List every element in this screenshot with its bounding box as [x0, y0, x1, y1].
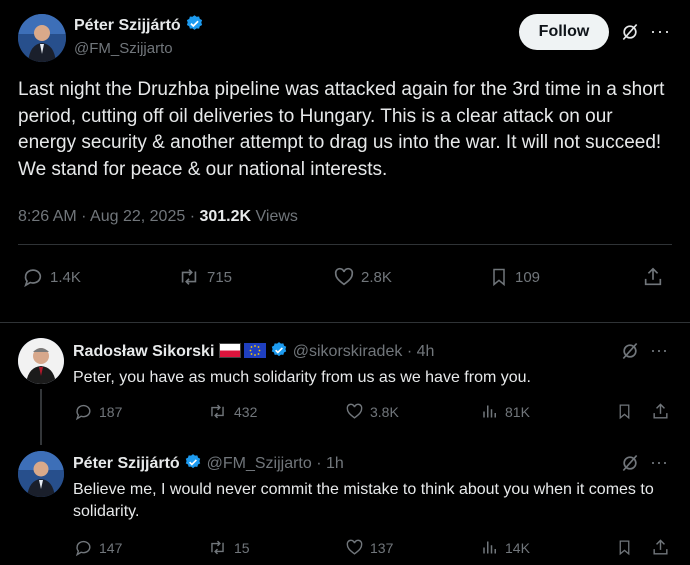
repost-button[interactable]: 15 — [207, 538, 250, 557]
separator: · — [81, 208, 87, 225]
repost-icon — [211, 540, 224, 555]
like-button[interactable]: 3.8K — [345, 402, 399, 421]
views-label: Views — [255, 208, 298, 225]
repost-count: 715 — [207, 268, 233, 286]
reply-icon — [24, 269, 42, 288]
more-options-icon[interactable]: ··· — [650, 340, 668, 361]
grok-icon[interactable] — [620, 453, 640, 478]
views-button[interactable]: 14K — [481, 538, 530, 557]
view-count: 81K — [505, 403, 530, 420]
bookmark-icon[interactable] — [616, 402, 633, 426]
follow-button[interactable]: Follow — [519, 14, 609, 50]
reply-count: 1.4K — [50, 268, 81, 286]
repost-count: 432 — [234, 403, 258, 420]
verified-badge-icon — [270, 341, 288, 365]
bookmark-count: 109 — [515, 268, 541, 286]
repost-button[interactable]: 432 — [207, 402, 257, 421]
like-button[interactable]: 137 — [345, 538, 393, 557]
like-count: 2.8K — [361, 268, 392, 286]
poland-flag-icon — [218, 343, 241, 358]
grok-icon[interactable] — [620, 341, 640, 366]
share-icon[interactable] — [642, 266, 664, 293]
divider — [0, 322, 690, 323]
reply-count: 187 — [99, 403, 123, 420]
heart-icon — [346, 403, 363, 419]
repost-count: 15 — [234, 539, 250, 556]
author-handle[interactable]: @FM_Szijjarto — [74, 40, 173, 57]
view-count: 14K — [505, 539, 530, 556]
share-icon[interactable] — [651, 538, 670, 562]
grok-icon[interactable] — [620, 22, 640, 47]
like-count: 137 — [370, 539, 394, 556]
bookmark-icon — [493, 268, 505, 287]
bookmark-icon[interactable] — [616, 538, 633, 562]
reply-author-avatar[interactable] — [18, 451, 64, 497]
reply-author-avatar[interactable] — [18, 338, 64, 384]
separator: · — [316, 455, 322, 472]
repost-icon — [211, 404, 224, 419]
verified-badge-icon — [185, 14, 204, 39]
thread-line — [40, 389, 42, 445]
reply-author-handle[interactable]: @FM_Szijjarto — [207, 455, 312, 472]
author-name[interactable]: Péter Szijjártó — [74, 17, 181, 34]
reply-author-name[interactable]: Radosław Sikorski — [73, 343, 214, 360]
more-options-icon[interactable]: ··· — [650, 21, 671, 42]
reply-icon — [75, 404, 91, 421]
separator: · — [406, 343, 413, 360]
reply-text: Peter, you have as much solidarity from … — [73, 369, 531, 386]
eu-flag-icon — [243, 343, 266, 358]
reply-time[interactable]: 1h — [326, 455, 344, 472]
heart-icon — [346, 539, 363, 555]
tweet-text: Last night the Druzhba pipeline was atta… — [18, 79, 665, 180]
tweet-time[interactable]: 8:26 AM — [18, 208, 77, 225]
reply-count: 147 — [99, 539, 123, 556]
reply-icon — [75, 540, 91, 557]
like-count: 3.8K — [370, 403, 399, 420]
share-icon[interactable] — [651, 402, 670, 426]
author-avatar[interactable] — [18, 14, 66, 62]
repost-button[interactable]: 715 — [177, 266, 232, 288]
reply-button[interactable]: 147 — [74, 538, 122, 557]
reply-button[interactable]: 187 — [74, 402, 122, 421]
separator: · — [189, 208, 196, 225]
reply-button[interactable]: 1.4K — [22, 266, 81, 288]
views-count: 301.2K — [199, 208, 252, 225]
divider — [18, 244, 672, 245]
reply-time[interactable]: 4h — [417, 343, 435, 360]
reply-text: Believe me, I would never commit the mis… — [73, 481, 654, 520]
heart-icon — [334, 267, 354, 286]
like-button[interactable]: 2.8K — [333, 266, 392, 288]
verified-badge-icon — [184, 453, 202, 477]
tweet-date[interactable]: Aug 22, 2025 — [90, 208, 185, 225]
repost-icon — [181, 269, 197, 285]
analytics-icon — [483, 541, 496, 554]
reply-author-handle[interactable]: @sikorskiradek — [293, 343, 403, 360]
analytics-icon — [483, 405, 496, 418]
bookmark-button[interactable]: 109 — [489, 266, 540, 288]
more-options-icon[interactable]: ··· — [650, 452, 668, 473]
reply-author-name[interactable]: Péter Szijjártó — [73, 455, 180, 472]
views-button[interactable]: 81K — [481, 402, 530, 421]
